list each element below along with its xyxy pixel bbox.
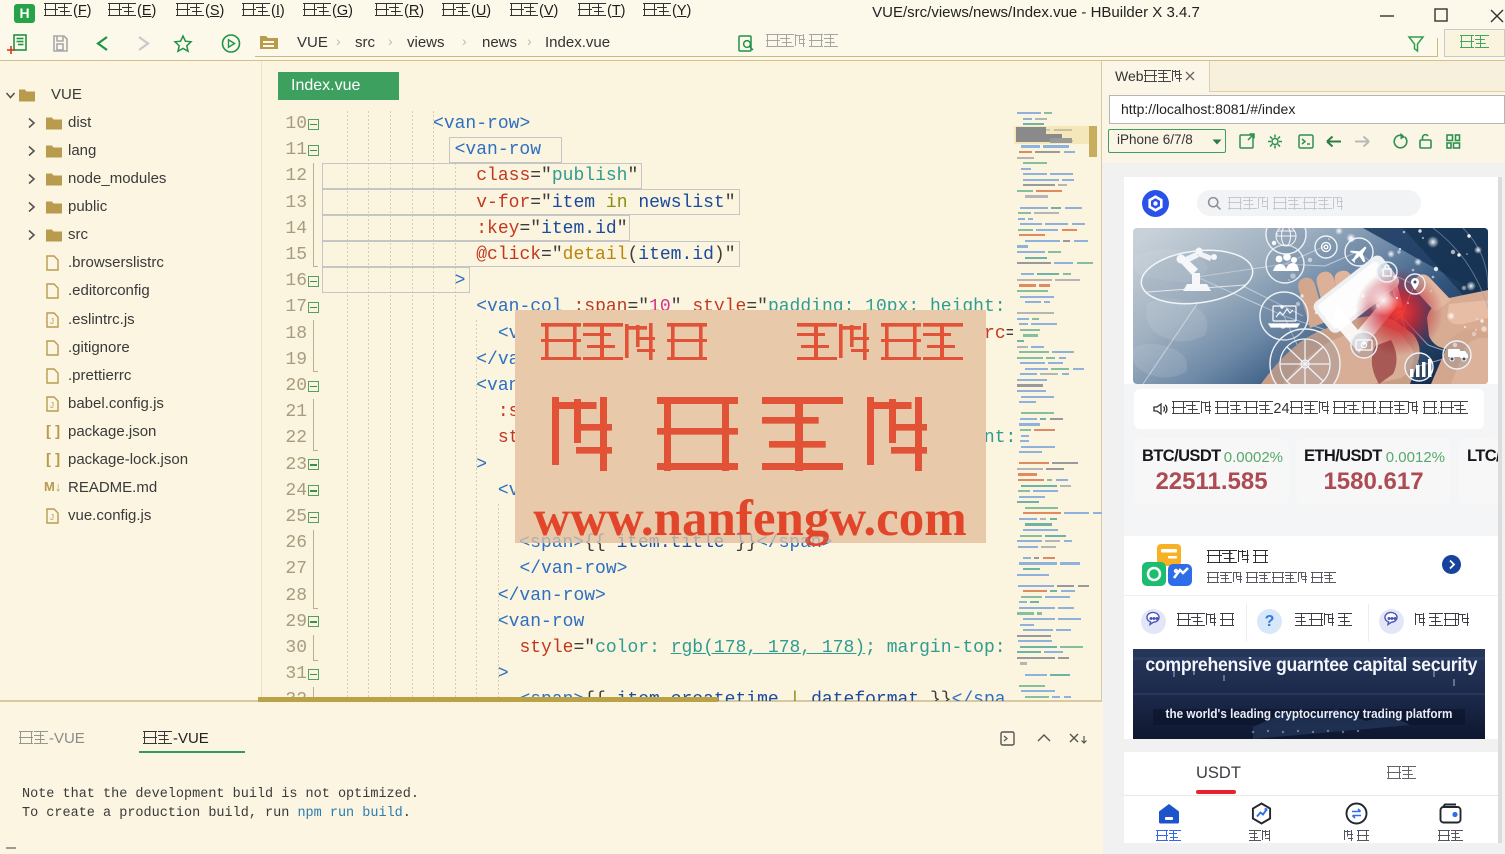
svg-text:J: J [50,401,54,410]
svg-text:J: J [50,513,54,522]
svg-text:J: J [50,317,54,326]
